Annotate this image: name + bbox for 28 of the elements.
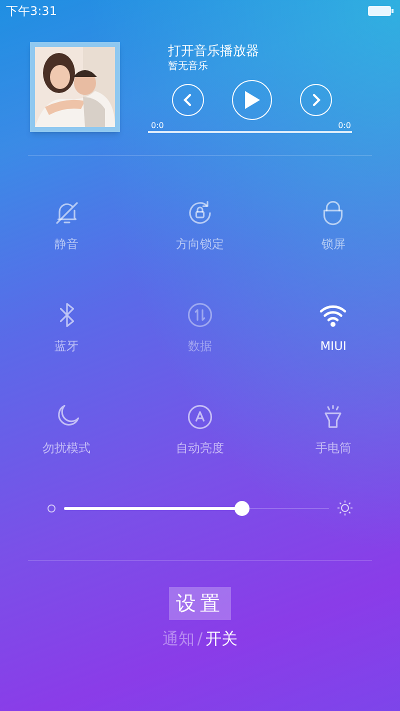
tab[interactable]: 通知 — [162, 627, 194, 651]
toggle-button[interactable]: 勿扰模式 — [0, 402, 134, 456]
play-icon — [243, 90, 261, 110]
dim-brightness-icon — [47, 504, 56, 512]
tab-separator: / — [197, 628, 203, 650]
toggle-button[interactable]: 手电筒 — [266, 402, 400, 456]
player-title: 打开音乐播放器 — [168, 43, 260, 60]
toggle-button[interactable]: 蓝牙 — [0, 300, 134, 354]
sun-icon — [337, 500, 353, 516]
next-button[interactable] — [300, 84, 332, 116]
chevron-left-icon — [182, 93, 194, 107]
slider-thumb[interactable] — [234, 500, 250, 516]
settings-button[interactable]: 设置 — [169, 587, 231, 620]
brightness-slider[interactable] — [64, 500, 329, 516]
battery-icon — [368, 5, 394, 17]
chevron-right-icon — [310, 93, 322, 107]
previous-button[interactable] — [172, 84, 204, 116]
play-button[interactable] — [232, 80, 272, 120]
toggle-button[interactable]: 静音 — [0, 198, 134, 252]
player-subtitle: 暂无音乐 — [168, 60, 209, 74]
toggle-button[interactable]: 方向锁定 — [133, 198, 267, 252]
toggle-button[interactable]: 锁屏 — [266, 198, 400, 252]
toggle-button[interactable]: 自动亮度 — [133, 402, 267, 456]
status-time: 下午3:31 — [6, 3, 57, 20]
toggle-button[interactable]: MIUI — [266, 300, 400, 354]
elapsed-time: 0:0 — [151, 121, 164, 131]
total-time: 0:0 — [338, 121, 351, 131]
tab[interactable]: 开关 — [206, 627, 238, 651]
